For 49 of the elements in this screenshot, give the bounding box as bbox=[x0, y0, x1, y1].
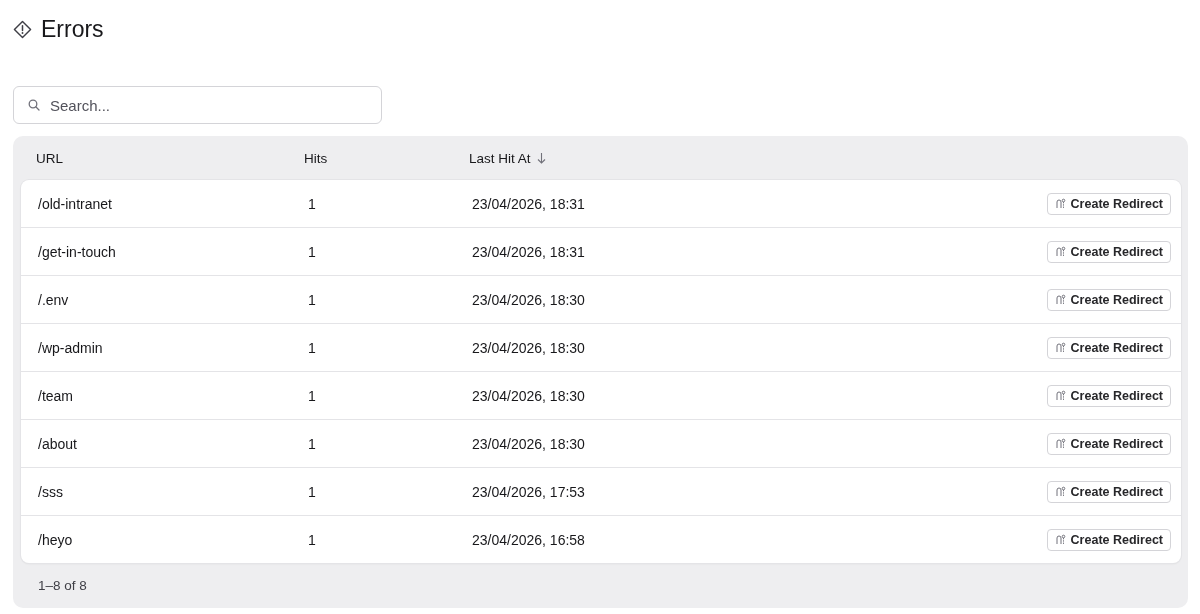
table-cell-text: 1 bbox=[308, 243, 317, 260]
table-cell-text: 23/04/2026, 18:30 bbox=[472, 291, 586, 308]
column-header[interactable]: URL bbox=[36, 150, 63, 166]
table-cell-text: 23/04/2026, 18:31 bbox=[472, 243, 586, 260]
table-cell-text: 23/04/2026, 18:30 bbox=[472, 339, 586, 356]
table-cell-text: 1 bbox=[308, 387, 317, 404]
table-cell-text: 1 bbox=[308, 195, 317, 212]
redirect-icon bbox=[1054, 486, 1066, 497]
column-header[interactable]: Hits bbox=[304, 150, 328, 166]
table-cell-text: /old-intranet bbox=[38, 195, 113, 212]
redirect-icon bbox=[1054, 294, 1066, 305]
create-redirect-button[interactable]: Create Redirect bbox=[1046, 528, 1171, 551]
warning-icon bbox=[13, 19, 32, 39]
search-icon bbox=[28, 99, 40, 111]
redirect-icon bbox=[1054, 438, 1066, 449]
table-cell-text: 1 bbox=[308, 483, 317, 500]
table-cell-text: /get-in-touch bbox=[38, 243, 117, 260]
create-redirect-button[interactable]: Create Redirect bbox=[1046, 384, 1171, 407]
table-cell-text: 23/04/2026, 18:30 bbox=[472, 435, 586, 452]
table-cell-text: /sss bbox=[38, 483, 64, 500]
sort-arrow-icon[interactable] bbox=[536, 152, 546, 164]
page-title: Errors bbox=[41, 15, 104, 43]
redirect-icon bbox=[1054, 198, 1066, 209]
table-cell-text: /wp-admin bbox=[38, 339, 104, 356]
table-cell-text: 23/04/2026, 18:30 bbox=[472, 387, 586, 404]
column-header[interactable]: Last Hit At bbox=[469, 150, 531, 166]
redirect-icon bbox=[1054, 390, 1066, 401]
redirect-icon bbox=[1054, 246, 1066, 257]
table-cell-text: /.env bbox=[38, 291, 70, 308]
table-cell-text: /heyo bbox=[38, 531, 74, 548]
table-cell-text: 23/04/2026, 17:53 bbox=[472, 483, 586, 500]
table-cell-text: 1 bbox=[308, 435, 317, 452]
pagination-text: 1–8 of 8 bbox=[38, 578, 87, 593]
create-redirect-button[interactable]: Create Redirect bbox=[1046, 336, 1171, 359]
create-redirect-button[interactable]: Create Redirect bbox=[1046, 240, 1171, 263]
redirect-icon bbox=[1054, 342, 1066, 353]
table-cell-text: 23/04/2026, 16:58 bbox=[472, 531, 586, 548]
table-cell-text: /about bbox=[38, 435, 78, 452]
create-redirect-button[interactable]: Create Redirect bbox=[1046, 480, 1171, 503]
search-field[interactable]: Search... bbox=[13, 86, 382, 124]
create-redirect-button[interactable]: Create Redirect bbox=[1046, 192, 1171, 215]
redirect-icon bbox=[1054, 534, 1066, 545]
create-redirect-button[interactable]: Create Redirect bbox=[1046, 288, 1171, 311]
create-redirect-button[interactable]: Create Redirect bbox=[1046, 432, 1171, 455]
table-cell-text: 23/04/2026, 18:31 bbox=[472, 195, 586, 212]
table-cell-text: /team bbox=[38, 387, 74, 404]
table-cell-text: 1 bbox=[308, 291, 317, 308]
table-cell-text: 1 bbox=[308, 531, 317, 548]
table-cell-text: 1 bbox=[308, 339, 317, 356]
